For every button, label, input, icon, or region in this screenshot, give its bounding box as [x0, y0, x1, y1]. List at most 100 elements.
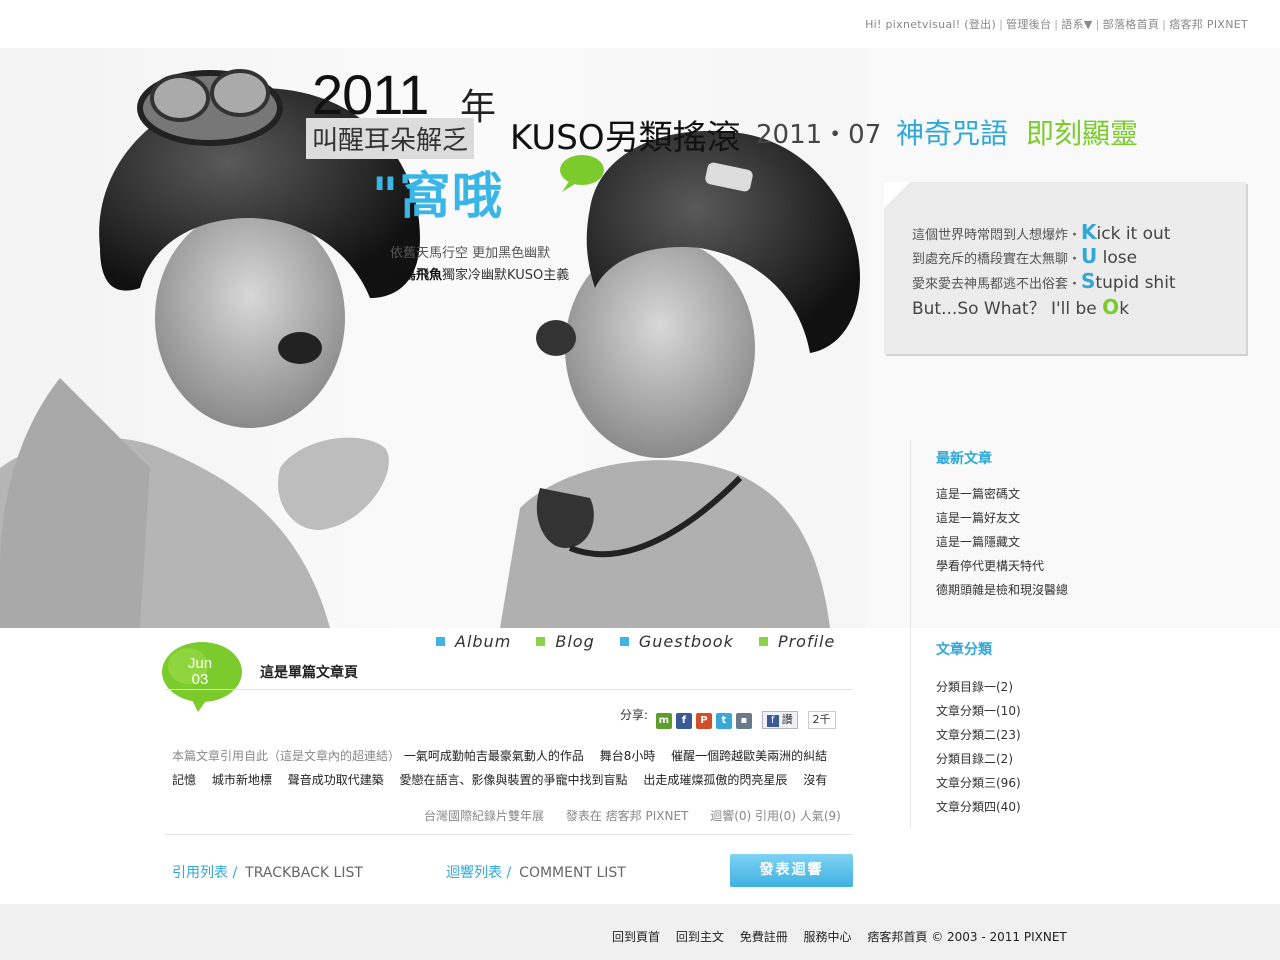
quote-line-1-cn: 這個世界時常悶到人想爆炸・ [912, 228, 1082, 243]
cite-link[interactable]: 沒有 [803, 773, 827, 787]
separator: | [1095, 18, 1100, 31]
recent-post-item[interactable]: 這是一篇隱藏文 [936, 530, 1068, 554]
cite-label: 本篇文章引用自此（這是文章內的超連結） [172, 749, 401, 763]
facebook-like-button[interactable]: f讚 [761, 711, 798, 729]
category-item[interactable]: 文章分類二(23) [936, 723, 1021, 747]
footer-links: 回到頁首 回到主文 免費註冊 服務中心 痞客邦首頁 © 2003 - 2011 … [612, 928, 1079, 945]
recent-post-item[interactable]: 這是一篇好友文 [936, 506, 1068, 530]
cite-link[interactable]: 愛戀在語言、影像與裝置的爭寵中找到盲點 [400, 773, 628, 787]
separator: | [999, 18, 1004, 31]
footer-main-link[interactable]: 回到主文 [676, 930, 724, 944]
post-meta: 台灣國際紀錄片雙年展 發表在 痞客邦 PIXNET 迴響(0) 引用(0) 人氣… [424, 807, 859, 824]
quote-line-1-en: ick it out [1096, 224, 1171, 244]
quote-line-3: 愛來愛去神馬都逃不出俗套・Stupid shit [912, 269, 1176, 293]
quote-line-3-cn: 愛來愛去神馬都逃不出俗套・ [912, 277, 1082, 292]
post-day: 03 [191, 671, 209, 688]
facebook-like-icon: f [766, 715, 779, 727]
category-item[interactable]: 文章分類一(10) [936, 699, 1021, 723]
quote-letter-o: O [1102, 295, 1120, 319]
nav-album[interactable]: Album [436, 632, 511, 651]
pixnet-home-link[interactable]: 痞客邦 PIXNET [1169, 18, 1248, 31]
share-count: 2千 [807, 711, 836, 729]
quote-line-2-cn: 到處充斥的橋段實在太無聊・ [912, 252, 1082, 267]
divider [165, 689, 853, 690]
footer-service-link[interactable]: 服務中心 [804, 930, 852, 944]
recent-post-item[interactable]: 這是一篇密碼文 [936, 482, 1068, 506]
comment-cn: 迴響列表 / [446, 865, 512, 881]
greeting-logout-link[interactable]: Hi! pixnetvisual! (登出) [865, 18, 996, 31]
recent-posts-list: 這是一篇密碼文 這是一篇好友文 這是一篇隱藏文 學看停代更構天特代 德期頭雜是檢… [936, 482, 1068, 602]
nav-blog[interactable]: Blog [536, 632, 594, 651]
title-subtitle: 叫醒耳朵解乏 [306, 118, 475, 159]
title-kuso: KUSO另類搖滾 [510, 118, 741, 158]
quote-line-1: 這個世界時常悶到人想爆炸・Kick it out [912, 220, 1170, 244]
nav-profile[interactable]: Profile [758, 632, 836, 651]
footer-register-link[interactable]: 免費註冊 [740, 930, 788, 944]
category-item[interactable]: 文章分類四(40) [936, 795, 1021, 819]
trackback-cn: 引用列表 / [172, 865, 238, 881]
nav-guestbook[interactable]: Guestbook [619, 632, 734, 651]
quote-line-3-en: tupid shit [1095, 273, 1176, 293]
cite-link[interactable]: 一氣呵成勤帕吉最豪氣動人的作品 [404, 749, 584, 763]
language-dropdown[interactable]: 語系▼ [1061, 18, 1092, 31]
square-bullet-icon [758, 637, 768, 646]
recent-post-item[interactable]: 學看停代更構天特代 [936, 554, 1068, 578]
tagline-line2: 青鳥飛魚獨家冷幽默KUSO主義 [390, 264, 569, 283]
plurk-icon[interactable]: P [695, 713, 712, 729]
trackback-list-heading: 引用列表 / TRACKBACK LIST [172, 862, 363, 882]
post-category-link[interactable]: 台灣國際紀錄片雙年展 [424, 809, 544, 823]
recent-post-item[interactable]: 德期頭雜是檢和現沒醫總 [936, 578, 1068, 602]
nav-profile-label: Profile [777, 632, 836, 651]
quote-card: 這個世界時常悶到人想爆炸・Kick it out 到處充斥的橋段實在太無聊・U … [884, 182, 1246, 354]
title-magic: 神奇咒語 [896, 117, 1009, 150]
facebook-like-label: 讚 [781, 713, 793, 726]
share-other-icon[interactable]: ▪ [735, 713, 752, 729]
footer: 回到頁首 回到主文 免費註冊 服務中心 痞客邦首頁 © 2003 - 2011 … [0, 904, 1280, 960]
recent-posts-heading: 最新文章 [936, 451, 992, 467]
post-month: Jun [187, 655, 213, 672]
quote-line-4-en: But...So What？ I'll be [912, 299, 1103, 319]
separator: | [1054, 18, 1059, 31]
speech-bubble-icon [560, 155, 604, 192]
tagline-rest: 獨家冷幽默KUSO主義 [442, 268, 570, 283]
share-m-icon[interactable]: m [655, 713, 672, 729]
post-posted-in: 發表在 痞客邦 PIXNET [565, 809, 689, 823]
quote-line-2: 到處充斥的橋段實在太無聊・U lose [912, 244, 1137, 268]
top-bar: Hi! pixnetvisual! (登出) | 管理後台 | 語系▼ | 部落格首頁 | 痞客… [0, 0, 1280, 48]
category-item[interactable]: 分類目錄二(2) [936, 747, 1021, 771]
trackback-en: TRACKBACK LIST [245, 865, 363, 881]
category-item[interactable]: 分類目錄一(2) [936, 675, 1021, 699]
main-nav: Album Blog Guestbook Profile [436, 632, 855, 651]
admin-link[interactable]: 管理後台 [1006, 18, 1051, 31]
nav-guestbook-label: Guestbook [638, 632, 734, 651]
top-links: Hi! pixnetvisual! (登出) | 管理後台 | 語系▼ | 部落格首頁 | 痞客… [865, 16, 1248, 32]
separator: | [1162, 18, 1167, 31]
square-bullet-icon [619, 637, 629, 646]
quote-line-4: But...So What？ I'll be Ok [912, 294, 1129, 319]
cite-link[interactable]: 出走成璀燦孤傲的閃亮星辰 [643, 773, 787, 787]
categories-heading: 文章分類 [936, 642, 992, 658]
sidebar-divider [910, 440, 911, 828]
divider [165, 834, 853, 835]
twitter-icon[interactable]: t [715, 713, 732, 729]
post-comment-button[interactable]: 發表迴響 [730, 854, 853, 887]
cite-link[interactable]: 聲音成功取代建築 [288, 773, 384, 787]
category-item[interactable]: 文章分類三(96) [936, 771, 1021, 795]
square-bullet-icon [436, 637, 445, 646]
wo-headline: "窩哦 [372, 167, 505, 225]
footer-top-link[interactable]: 回到頁首 [612, 930, 660, 944]
cite-link[interactable]: 記憶 [172, 773, 196, 787]
quote-line-4-end: k [1119, 299, 1130, 319]
quote-line-2-en: lose [1097, 248, 1138, 268]
share-label: 分享: [620, 708, 649, 722]
post-title[interactable]: 這是單篇文章頁 [260, 662, 358, 682]
blog-home-link[interactable]: 部落格首頁 [1103, 18, 1160, 31]
post-date: Jun 03 [162, 656, 238, 688]
cite-link[interactable]: 舞台8小時 [600, 749, 656, 763]
footer-copyright[interactable]: 痞客邦首頁 © 2003 - 2011 PIXNET [867, 930, 1066, 944]
nav-blog-label: Blog [555, 632, 595, 651]
cite-link[interactable]: 催醒一個跨越歐美兩洲的糾結 [671, 749, 827, 763]
cite-link[interactable]: 城市新地標 [212, 773, 272, 787]
facebook-icon[interactable]: f [675, 713, 692, 729]
tagline-line1: 依舊天馬行空 更加黑色幽默 [390, 246, 551, 261]
